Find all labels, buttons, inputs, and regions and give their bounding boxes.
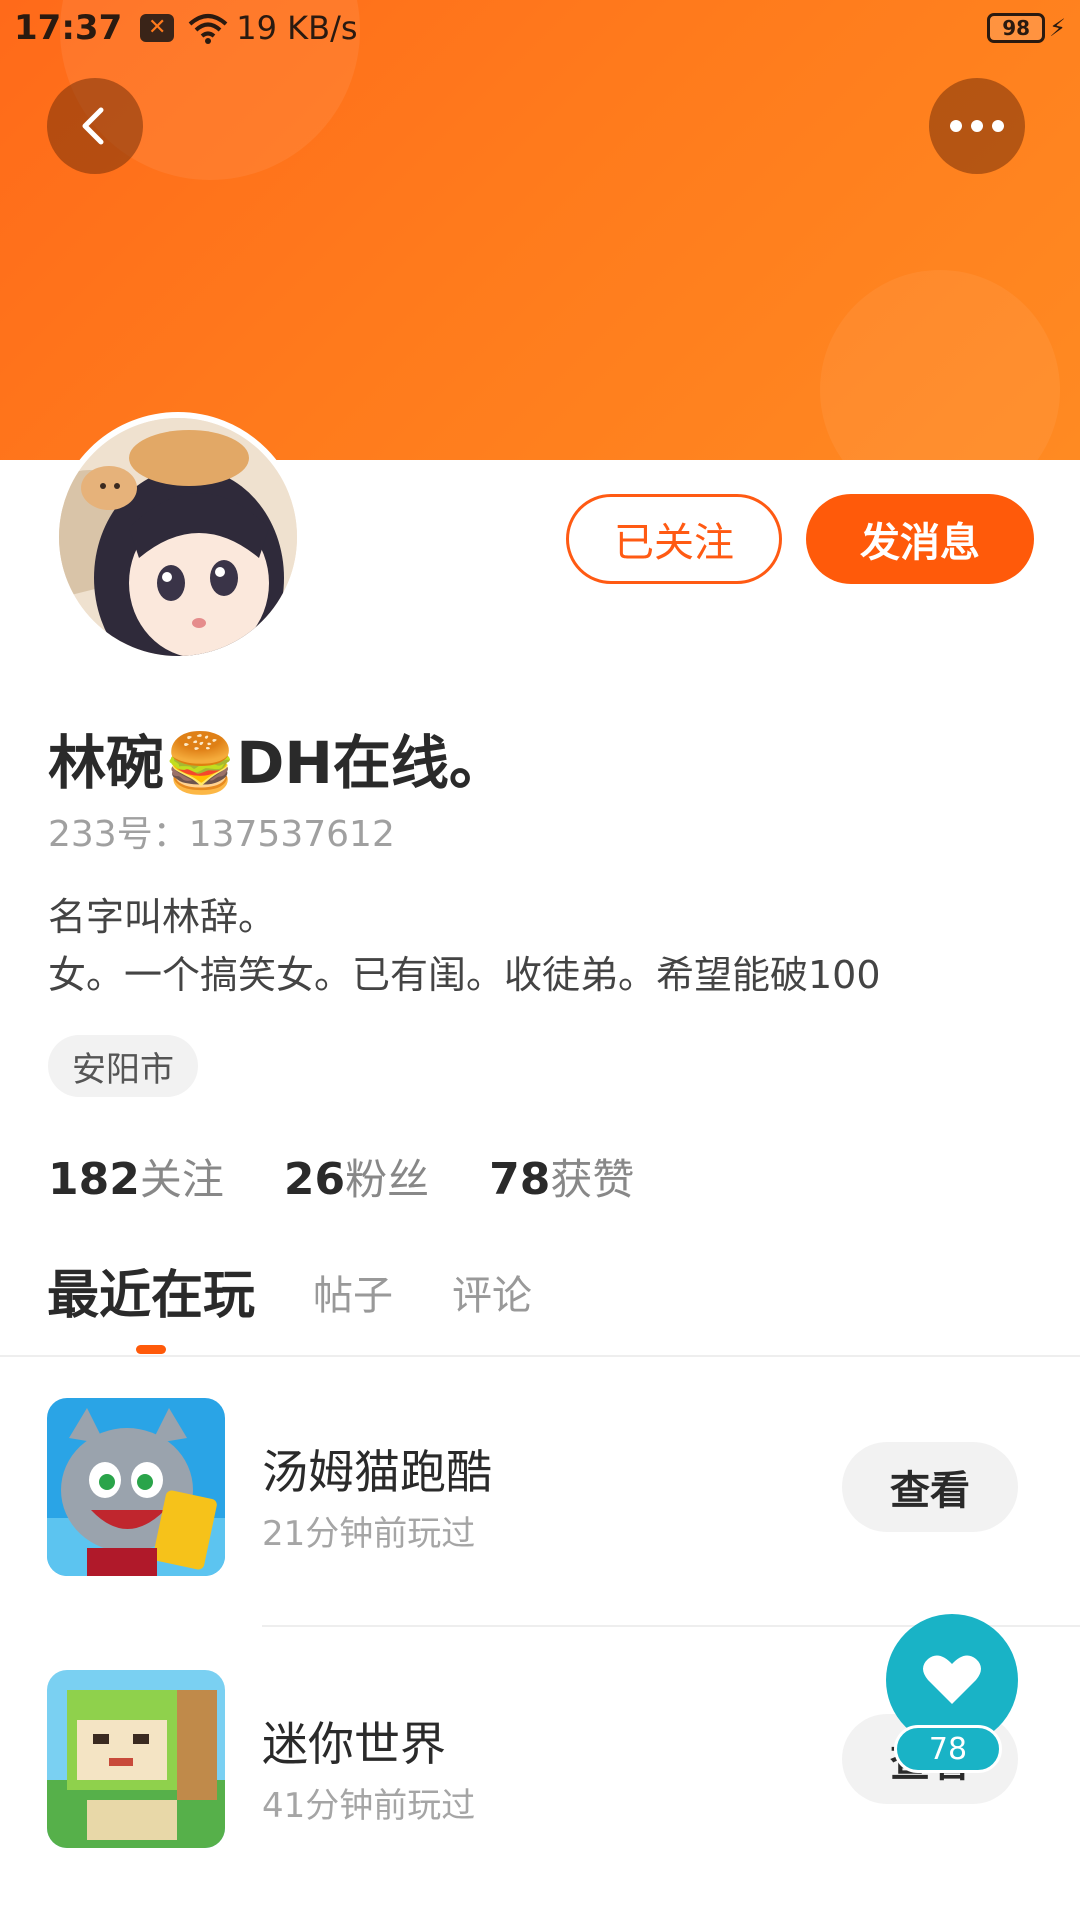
location-tag[interactable]: 安阳市: [48, 1035, 198, 1097]
status-time: 17:37: [14, 7, 123, 48]
game-list-item[interactable]: 汤姆猫跑酷 21分钟前玩过 查看: [0, 1398, 1080, 1578]
game-name: 汤姆猫跑酷: [262, 1445, 492, 1499]
avatar-image: [59, 418, 297, 656]
view-game-button[interactable]: 查看: [842, 1442, 1018, 1532]
bio-line: 名字叫林辞。: [48, 895, 277, 939]
user-bio: 名字叫林辞。 女。一个搞笑女。已有闺。收徒弟。希望能破100: [48, 888, 881, 1004]
likes-label: 获赞: [550, 1155, 635, 1204]
tab-comments[interactable]: 评论: [452, 1263, 532, 1321]
tom-cat-game-icon: [47, 1398, 225, 1576]
send-message-button[interactable]: 发消息: [806, 494, 1034, 584]
battery-icon: 98: [987, 12, 1046, 43]
user-id: 233号：137537612: [48, 814, 395, 855]
profile-header-background: [0, 0, 1080, 460]
header-decoration: [820, 270, 1060, 460]
bolt-icon: ⚡: [1049, 13, 1066, 42]
following-label: 关注: [139, 1155, 224, 1204]
bio-line: 女。一个搞笑女。已有闺。收徒弟。希望能破100: [48, 953, 881, 997]
tab-recently-played[interactable]: 最近在玩: [47, 1253, 255, 1328]
more-button[interactable]: [929, 78, 1025, 174]
chevron-left-icon: [82, 107, 104, 145]
game-last-played: 41分钟前玩过: [262, 1786, 476, 1826]
fans-count: 26: [283, 1154, 346, 1205]
avatar[interactable]: [53, 412, 303, 662]
username: 林碗🍔DH在线。: [48, 729, 507, 797]
network-speed: 19 KB/s: [236, 8, 358, 47]
more-horizontal-icon: [950, 120, 1004, 132]
wifi-icon: [188, 12, 228, 44]
game-last-played: 21分钟前玩过: [262, 1514, 476, 1554]
profile-tabs: 最近在玩 帖子 评论: [0, 1245, 1080, 1357]
battery-level: 98: [1002, 15, 1031, 40]
back-button[interactable]: [47, 78, 143, 174]
like-count-badge: 78: [894, 1725, 1002, 1773]
tab-indicator: [136, 1345, 166, 1354]
close-box-icon: ✕: [140, 13, 175, 42]
likes-stat[interactable]: 78 获赞: [489, 1146, 634, 1207]
mini-world-game-icon: [47, 1670, 225, 1848]
fans-label: 粉丝: [345, 1155, 430, 1204]
tab-posts[interactable]: 帖子: [313, 1263, 393, 1321]
followed-button[interactable]: 已关注: [566, 494, 782, 584]
game-name: 迷你世界: [262, 1717, 446, 1771]
following-stat[interactable]: 182 关注: [48, 1146, 224, 1207]
profile-stats: 182 关注 26 粉丝 78 获赞: [48, 1146, 694, 1207]
fans-stat[interactable]: 26 粉丝: [284, 1146, 429, 1207]
following-count: 182: [48, 1154, 140, 1205]
heart-icon: [923, 1655, 981, 1704]
likes-count: 78: [489, 1154, 551, 1205]
status-bar: 17:37 ✕ 19 KB/s 98 ⚡: [0, 0, 1080, 55]
